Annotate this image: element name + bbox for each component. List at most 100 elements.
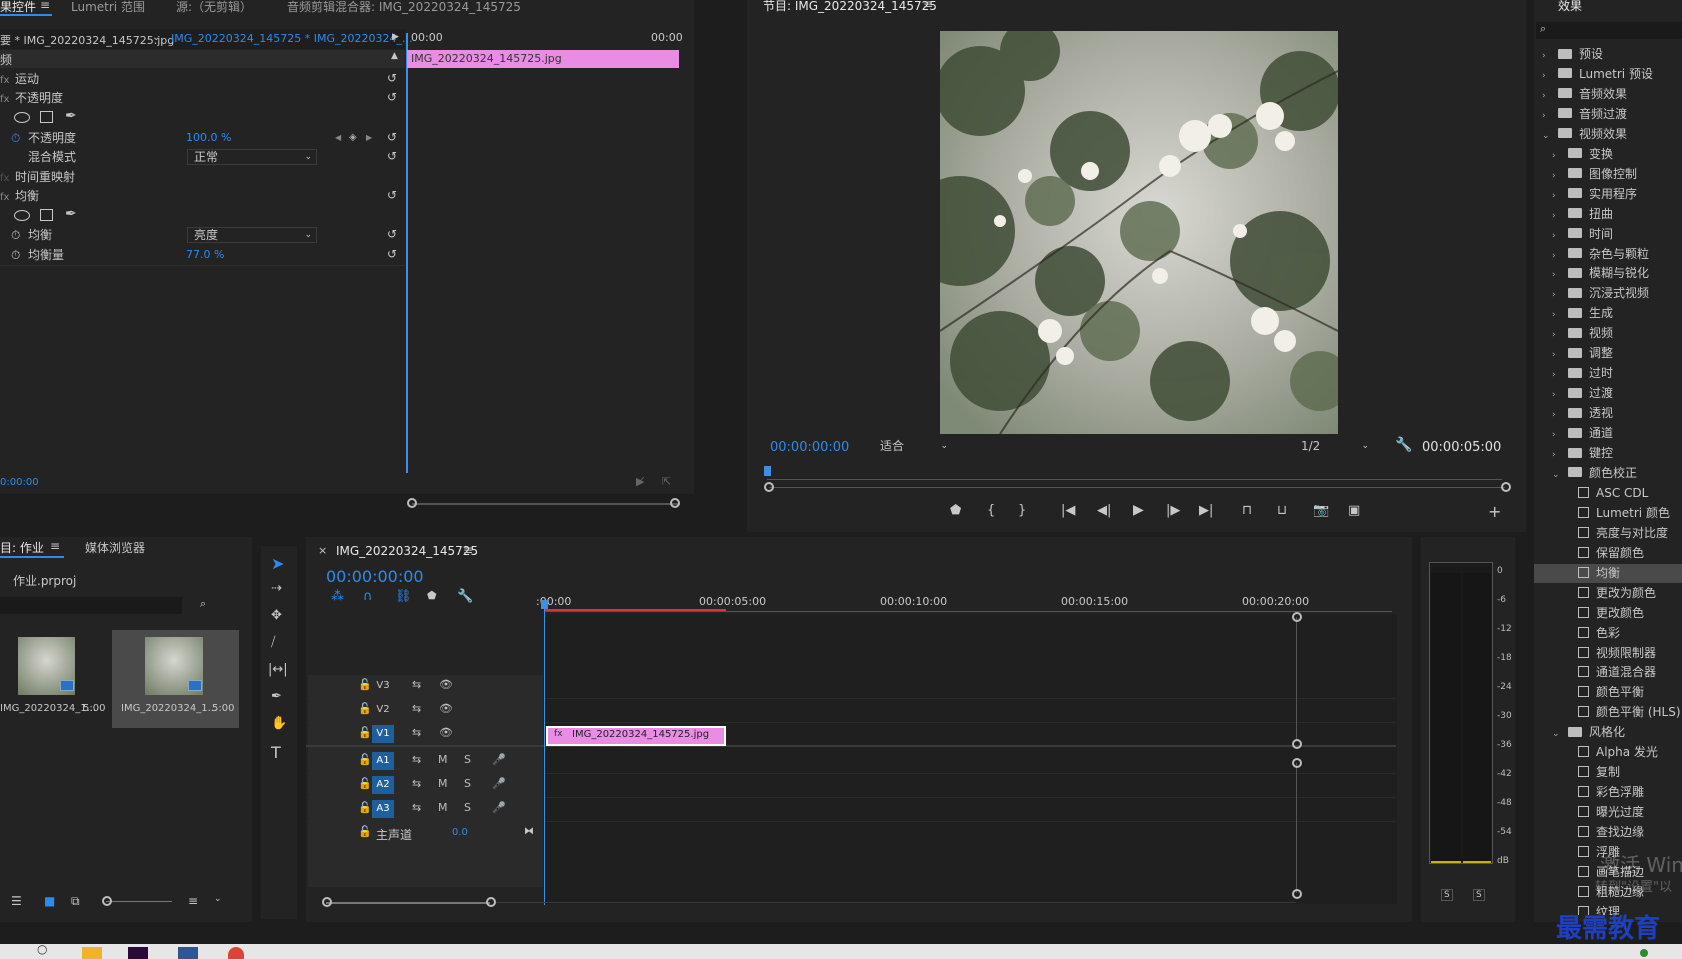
lock-icon[interactable]: 🔓 — [358, 726, 372, 739]
rectangle-mask-icon[interactable] — [40, 209, 53, 221]
stopwatch-icon[interactable]: ⏱ — [11, 128, 20, 148]
sync-lock-icon[interactable]: ⇆ — [412, 702, 421, 715]
lock-icon[interactable]: 🔓 — [358, 825, 372, 838]
chevron-right-icon[interactable]: › — [1552, 306, 1562, 325]
word-icon[interactable] — [178, 947, 198, 959]
effects-folder-item[interactable]: › 视频 — [1534, 324, 1682, 343]
tab-effect-controls[interactable]: 果控件 — [0, 0, 36, 15]
reset-opacity-value-icon[interactable]: ↺ — [387, 131, 399, 143]
effects-item[interactable]: ASC CDL — [1534, 484, 1682, 503]
meter-solo-right[interactable]: S — [1473, 889, 1485, 901]
effects-item[interactable]: 查找边缘 — [1534, 823, 1682, 842]
track-target-a3[interactable]: A3 — [372, 800, 394, 818]
lock-icon[interactable]: 🔓 — [358, 801, 372, 814]
zoom-handle-left[interactable] — [764, 482, 774, 492]
work-area-bar[interactable] — [544, 609, 726, 611]
effects-folder-item[interactable]: › Lumetri 预设 — [1534, 65, 1682, 84]
tab-lumetri-scopes[interactable]: Lumetri 范围 — [71, 0, 145, 15]
effects-search-input[interactable]: ⌕ — [1536, 22, 1682, 39]
new-search-bin-icon[interactable]: ⌕ — [200, 597, 206, 611]
chevron-right-icon[interactable]: › — [1552, 167, 1562, 186]
zoom-slider[interactable] — [106, 901, 172, 902]
sync-lock-icon[interactable]: ⇆ — [412, 777, 421, 790]
nest-toggle-icon[interactable]: ⁂ — [331, 589, 344, 604]
snap-icon[interactable]: ∩ — [363, 589, 373, 604]
compare-view-icon[interactable]: ▣ — [1348, 503, 1360, 518]
timeline-playhead[interactable] — [544, 600, 545, 905]
timeline-hscroll-track[interactable] — [496, 902, 1296, 903]
effects-folder-item[interactable]: › 实用程序 — [1534, 185, 1682, 204]
add-button-icon[interactable]: + — [1488, 502, 1501, 521]
program-scrubber-ruler[interactable] — [767, 466, 1502, 480]
export-frame-icon[interactable]: ▶̸ — [636, 475, 644, 488]
lock-icon[interactable]: 🔓 — [358, 753, 372, 766]
chevron-right-icon[interactable]: › — [1552, 406, 1562, 425]
expand-timeline-icon[interactable]: ▶ — [392, 32, 399, 42]
effects-folder-item[interactable]: › 时间 — [1534, 225, 1682, 244]
stopwatch-icon[interactable]: ⏱ — [11, 225, 20, 245]
ec-footer-time[interactable]: 0:00:00 — [0, 477, 39, 488]
chevron-down-icon[interactable]: ⌄ — [1542, 127, 1552, 146]
premiere-icon[interactable] — [128, 947, 148, 959]
linked-selection-icon[interactable]: ⛓ — [395, 589, 412, 604]
sync-lock-icon[interactable]: ⇆ — [412, 726, 421, 739]
effects-folder-item[interactable]: › 过时 — [1534, 364, 1682, 383]
project-item-selected[interactable]: IMG_20220324_1... 5:00 — [112, 630, 239, 728]
chevron-right-icon[interactable]: › — [1552, 247, 1562, 266]
effects-item[interactable]: 保留颜色 — [1534, 544, 1682, 563]
chevron-right-icon[interactable]: › — [1552, 286, 1562, 305]
chevron-right-icon[interactable]: › — [1552, 366, 1562, 385]
ec-zoom-scrollbar[interactable] — [412, 503, 680, 505]
settings-wrench-icon[interactable]: 🔧 — [457, 589, 473, 604]
track-target-v1[interactable]: V1 — [372, 725, 394, 743]
icon-view-icon[interactable]: ■ — [44, 894, 55, 908]
effects-item[interactable]: 色彩 — [1534, 624, 1682, 643]
razor-tool-icon[interactable]: ⧸ — [271, 635, 275, 650]
list-view-icon[interactable]: ☰ — [11, 894, 22, 908]
effects-folder-item[interactable]: › 变换 — [1534, 145, 1682, 164]
sync-lock-icon[interactable]: ⇆ — [412, 678, 421, 691]
zoom-handle-right[interactable] — [486, 897, 496, 907]
prev-keyframe-icon[interactable]: ◀ — [335, 128, 341, 148]
sort-icon[interactable]: ≡ — [188, 894, 198, 908]
track-target-a1[interactable]: A1 — [372, 752, 394, 770]
chevron-right-icon[interactable]: › — [1552, 147, 1562, 166]
chevron-right-icon[interactable]: › — [1542, 107, 1552, 126]
zoom-handle-right[interactable] — [1501, 482, 1511, 492]
effects-item[interactable]: 均衡 — [1534, 563, 1682, 583]
chrome-icon[interactable] — [228, 947, 244, 959]
effects-folder-item[interactable]: ⌄ 颜色校正 — [1534, 464, 1682, 483]
video-vscroll[interactable] — [1296, 617, 1297, 740]
vscroll-handle[interactable] — [1292, 758, 1302, 768]
effects-folder-item[interactable]: ⌄ 视频效果 — [1534, 125, 1682, 144]
tab-media-browser[interactable]: 媒体浏览器 — [85, 539, 145, 556]
effects-item[interactable]: 更改为颜色 — [1534, 584, 1682, 603]
export-frame-camera-icon[interactable]: 📷 — [1313, 503, 1329, 518]
effects-panel-title[interactable]: 效果 — [1558, 0, 1582, 14]
pen-mask-icon[interactable]: ✒ — [65, 108, 77, 124]
effects-item[interactable]: 通道混合器 — [1534, 663, 1682, 682]
eye-icon[interactable]: 👁 — [439, 678, 453, 691]
timeline-ruler[interactable]: :00:00 00:00:05:00 00:00:10:00 00:00:15:… — [536, 581, 1392, 612]
effects-item[interactable]: 亮度与对比度 — [1534, 524, 1682, 543]
chevron-right-icon[interactable]: › — [1552, 187, 1562, 206]
add-marker-icon[interactable]: ⬟ — [427, 589, 437, 602]
effects-item[interactable]: 曝光过度 — [1534, 803, 1682, 822]
chevron-right-icon[interactable]: › — [1542, 87, 1552, 106]
effects-folder-item[interactable]: › 透视 — [1534, 404, 1682, 423]
panel-menu-icon[interactable]: ≡ — [50, 539, 60, 553]
meter-solo-left[interactable]: S — [1441, 889, 1453, 901]
chevron-right-icon[interactable]: › — [1542, 67, 1552, 86]
add-marker-icon[interactable]: ⬟ — [950, 503, 961, 518]
lock-icon[interactable]: 🔓 — [358, 702, 372, 715]
effects-item[interactable]: Alpha 发光 — [1534, 743, 1682, 762]
effects-item[interactable]: Lumetri 颜色 — [1534, 504, 1682, 523]
timeline-zoom-bar[interactable] — [326, 902, 490, 904]
project-item[interactable]: IMG_20220324_1... 5:00 — [0, 630, 108, 728]
track-target-a2[interactable]: A2 — [372, 776, 394, 794]
effects-item[interactable]: 复制 — [1534, 763, 1682, 782]
sync-lock-icon[interactable]: ⇆ — [412, 753, 421, 766]
scroll-handle-left[interactable] — [407, 498, 417, 508]
panel-menu-icon[interactable]: ≡ — [40, 0, 50, 12]
effects-folder-item[interactable]: › 音频过渡 — [1534, 105, 1682, 124]
